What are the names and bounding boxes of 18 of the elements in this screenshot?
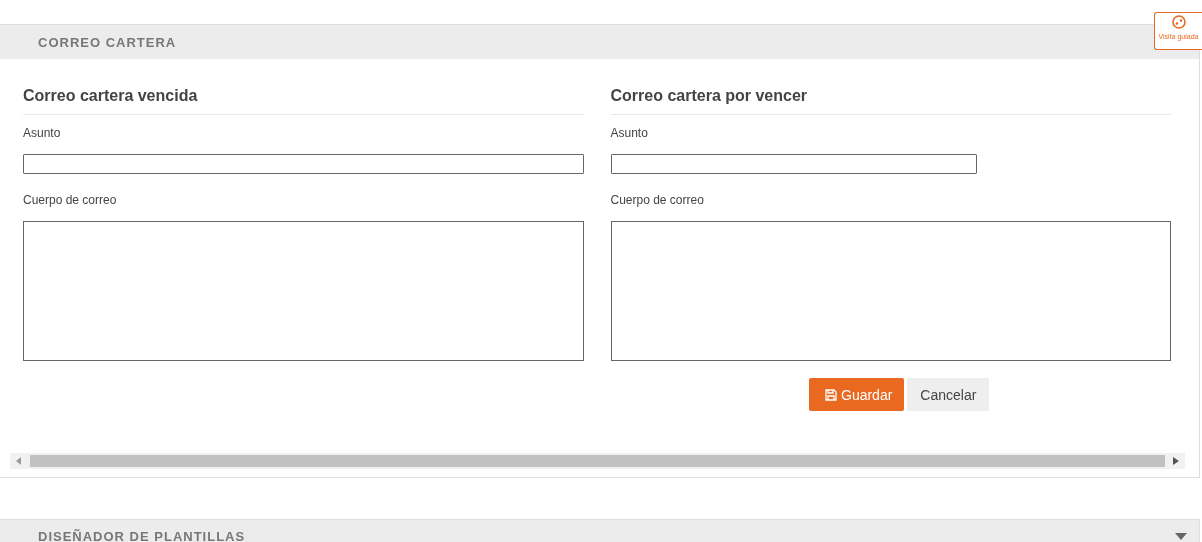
section-heading: Correo cartera vencida bbox=[23, 87, 584, 115]
section-heading: Correo cartera por vencer bbox=[610, 87, 1171, 115]
subject-input[interactable] bbox=[610, 154, 977, 174]
field-label: Asunto bbox=[23, 126, 62, 140]
scroll-right-icon[interactable] bbox=[1173, 457, 1179, 465]
cancel-button[interactable]: Cancelar bbox=[907, 378, 990, 411]
field-label: Cuerpo de correo bbox=[610, 193, 705, 207]
scrollbar-thumb[interactable] bbox=[30, 455, 1165, 467]
save-button[interactable]: Guardar bbox=[809, 378, 905, 411]
subject-input[interactable] bbox=[23, 154, 584, 174]
panel-title: DISEÑADOR DE PLANTILLAS bbox=[38, 528, 246, 542]
collapsed-panel-header[interactable]: DISEÑADOR DE PLANTILLAS bbox=[0, 519, 1200, 542]
compass-icon bbox=[1171, 15, 1186, 29]
horizontal-scrollbar[interactable] bbox=[10, 453, 1185, 469]
field-label: Cuerpo de correo bbox=[23, 193, 118, 207]
field-label: Asunto bbox=[610, 126, 649, 140]
panel-title: CORREO CARTERA bbox=[38, 34, 177, 50]
scroll-left-icon[interactable] bbox=[16, 457, 22, 465]
